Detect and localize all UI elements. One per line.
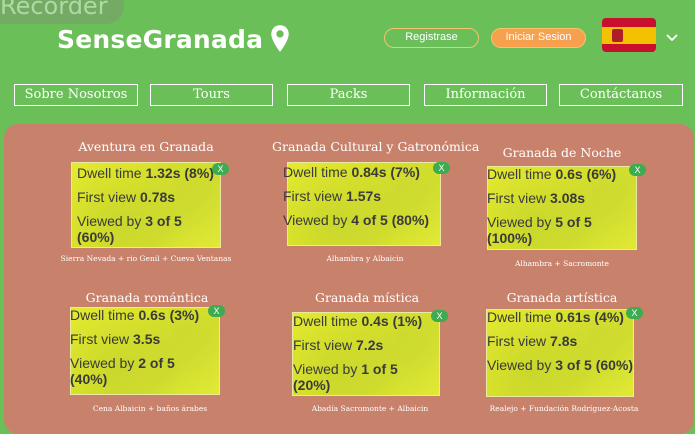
heatmap-stats: Dwell time 0.4s (1%) First view 7.2s Vie… bbox=[293, 313, 423, 393]
register-button[interactable]: Registrase bbox=[384, 28, 479, 48]
brand-name: SenseGranada bbox=[57, 24, 264, 54]
card-subtitle: Alhambra y Albaicin bbox=[326, 254, 404, 263]
brand-logo[interactable]: SenseGranada bbox=[57, 24, 291, 54]
card-title: Granada artística bbox=[506, 290, 618, 305]
heatmap-close-button[interactable]: X bbox=[433, 162, 450, 174]
location-pin-icon bbox=[271, 25, 289, 52]
nav-contactanos[interactable]: Contáctanos bbox=[559, 84, 683, 106]
nav-sobre-nosotros[interactable]: Sobre Nosotros bbox=[14, 84, 138, 106]
card-subtitle: Sierra Nevada + rio Genil + Cueva Ventan… bbox=[60, 254, 232, 263]
login-button[interactable]: Iniciar Sesion bbox=[491, 28, 586, 48]
heatmap-close-button[interactable]: X bbox=[629, 164, 646, 176]
heatmap-close-button[interactable]: X bbox=[212, 163, 229, 175]
heatmap-stats: Dwell time 0.61s (4%) First view 7.8s Vi… bbox=[487, 309, 634, 373]
nav-informacion[interactable]: Información bbox=[424, 84, 547, 106]
card-title: Granada mística bbox=[314, 290, 420, 305]
heatmap-close-button[interactable]: X bbox=[208, 305, 225, 317]
recorder-overlay[interactable]: Recorder bbox=[0, 0, 124, 24]
spain-flag-icon[interactable] bbox=[602, 18, 656, 52]
heatmap-close-button[interactable]: X bbox=[626, 307, 643, 319]
heatmap-close-button[interactable]: X bbox=[431, 310, 448, 322]
card-subtitle: Abadía Sacromonte + Albaicin bbox=[311, 404, 429, 413]
card-subtitle: Alhambra + Sacromonte bbox=[515, 259, 609, 268]
card-title: Aventura en Granada bbox=[78, 139, 214, 154]
chevron-down-icon[interactable] bbox=[665, 30, 679, 44]
heatmap-stats: Dwell time 0.6s (6%) First view 3.08s Vi… bbox=[487, 166, 617, 246]
heatmap-stats: Dwell time 0.6s (3%) First view 3.5s Vie… bbox=[70, 307, 200, 387]
recorder-label: Recorder bbox=[0, 0, 108, 20]
card-subtitle: Realejo + Fundación Rodríguez-Acosta bbox=[489, 404, 639, 413]
nav-packs[interactable]: Packs bbox=[287, 84, 410, 106]
nav-tours[interactable]: Tours bbox=[150, 84, 273, 106]
heatmap-stats: Dwell time 1.32s (8%) First view 0.78s V… bbox=[77, 165, 214, 245]
card-subtitle: Cena Albaicin + baños árabes bbox=[92, 404, 208, 413]
card-title: Granada de Noche bbox=[502, 145, 622, 160]
heatmap-stats: Dwell time 0.84s (7%) First view 1.57s V… bbox=[283, 164, 430, 228]
card-title: Granada Cultural y Gatronómica bbox=[272, 139, 480, 154]
card-title: Granada romántica bbox=[85, 290, 209, 305]
